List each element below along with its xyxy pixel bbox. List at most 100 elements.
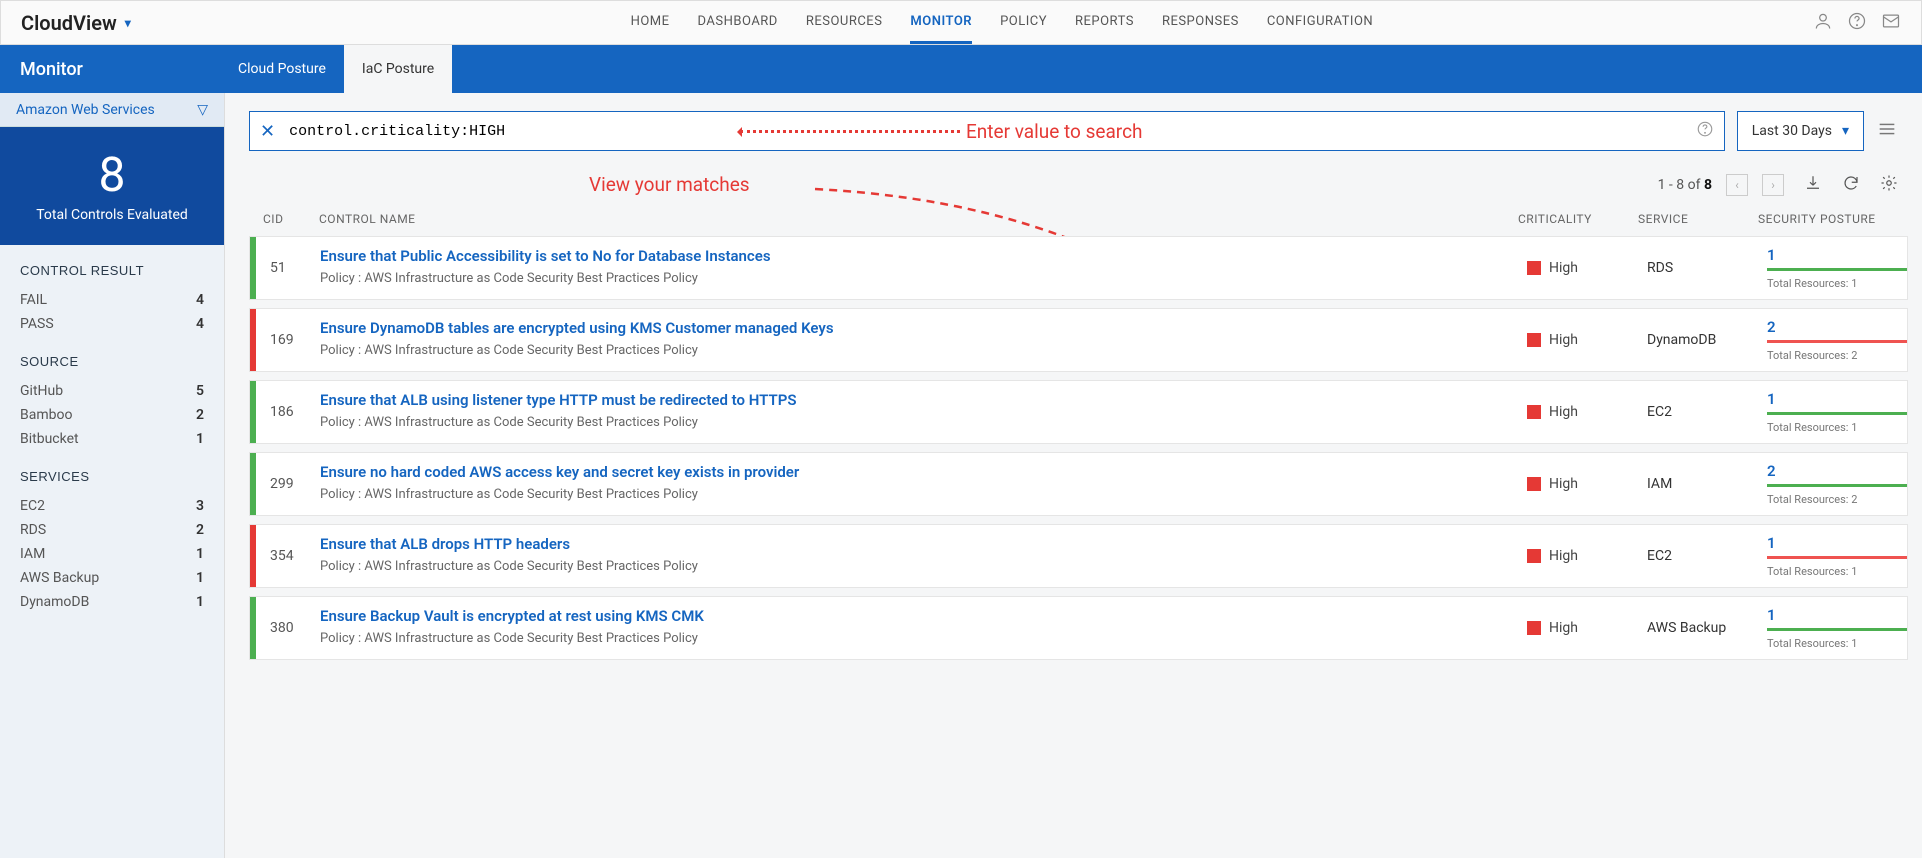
panel-toggle-icon[interactable] — [1876, 118, 1898, 144]
clear-search-icon[interactable]: ✕ — [260, 121, 275, 142]
nav-dashboard[interactable]: DASHBOARD — [698, 2, 778, 44]
table-row[interactable]: 354Ensure that ALB drops HTTP headersPol… — [249, 524, 1908, 588]
cell-posture: 2Total Resources: 2 — [1767, 309, 1907, 371]
policy-label: Policy : AWS Infrastructure as Code Secu… — [320, 631, 1517, 646]
facet-item[interactable]: AWS Backup1 — [20, 566, 204, 590]
nav-configuration[interactable]: CONFIGURATION — [1267, 2, 1373, 44]
facet-item[interactable]: PASS4 — [20, 312, 204, 336]
cell-criticality: High — [1527, 381, 1647, 443]
help-icon[interactable] — [1847, 11, 1867, 35]
metric-label: Total Controls Evaluated — [0, 207, 224, 223]
cloud-selector[interactable]: Amazon Web Services ▽ — [0, 93, 224, 127]
annotation-matches: View your matches — [589, 173, 750, 196]
cell-service: DynamoDB — [1647, 309, 1767, 371]
cell-service: EC2 — [1647, 381, 1767, 443]
tab-iac-posture[interactable]: IaC Posture — [344, 45, 452, 93]
chevron-down-icon: ▾ — [1842, 123, 1849, 139]
refresh-icon[interactable] — [1842, 174, 1860, 196]
facet-group-source: SOURCE — [20, 354, 204, 369]
posture-total: Total Resources: 1 — [1767, 421, 1907, 434]
nav-responses[interactable]: RESPONSES — [1162, 2, 1239, 44]
results-list: 51Ensure that Public Accessibility is se… — [225, 236, 1916, 858]
criticality-indicator-icon — [1527, 405, 1541, 419]
control-link[interactable]: Ensure no hard coded AWS access key and … — [320, 463, 799, 481]
criticality-indicator-icon — [1527, 477, 1541, 491]
table-row[interactable]: 380Ensure Backup Vault is encrypted at r… — [249, 596, 1908, 660]
col-cid: CID — [249, 212, 319, 226]
nav-policy[interactable]: POLICY — [1000, 2, 1047, 44]
cell-criticality: High — [1527, 309, 1647, 371]
cell-name: Ensure Backup Vault is encrypted at rest… — [320, 597, 1527, 659]
table-row[interactable]: 186Ensure that ALB using listener type H… — [249, 380, 1908, 444]
date-range-selector[interactable]: Last 30 Days ▾ — [1737, 111, 1864, 151]
col-post: SECURITY POSTURE — [1758, 212, 1898, 226]
pager-text: 1 - 8 of 8 — [1658, 177, 1712, 193]
facet-item[interactable]: IAM1 — [20, 542, 204, 566]
cloud-selector-label: Amazon Web Services — [16, 102, 155, 118]
posture-bar — [1767, 268, 1907, 271]
nav-reports[interactable]: REPORTS — [1075, 2, 1134, 44]
search-help-icon[interactable] — [1696, 120, 1714, 142]
posture-total: Total Resources: 2 — [1767, 493, 1907, 506]
cell-name: Ensure that ALB drops HTTP headersPolicy… — [320, 525, 1527, 587]
cell-name: Ensure that ALB using listener type HTTP… — [320, 381, 1527, 443]
criticality-indicator-icon — [1527, 549, 1541, 563]
nav-monitor[interactable]: MONITOR — [910, 2, 972, 44]
control-link[interactable]: Ensure DynamoDB tables are encrypted usi… — [320, 319, 834, 337]
facet-item[interactable]: Bamboo2 — [20, 403, 204, 427]
cell-name: Ensure that Public Accessibility is set … — [320, 237, 1527, 299]
next-page-button[interactable]: › — [1762, 174, 1784, 196]
table-row[interactable]: 169Ensure DynamoDB tables are encrypted … — [249, 308, 1908, 372]
cell-cid: 51 — [256, 237, 320, 299]
posture-total: Total Resources: 1 — [1767, 637, 1907, 650]
nav-home[interactable]: HOME — [631, 2, 670, 44]
control-link[interactable]: Ensure that ALB using listener type HTTP… — [320, 391, 796, 409]
facet-item[interactable]: RDS2 — [20, 518, 204, 542]
posture-bar — [1767, 412, 1907, 415]
posture-count: 2 — [1767, 318, 1907, 336]
user-icon[interactable] — [1813, 11, 1833, 35]
posture-total: Total Resources: 1 — [1767, 565, 1907, 578]
cell-cid: 169 — [256, 309, 320, 371]
brand-dropdown[interactable]: CloudView ▾ — [21, 11, 131, 35]
cell-criticality: High — [1527, 237, 1647, 299]
posture-bar — [1767, 484, 1907, 487]
facet-item[interactable]: GitHub5 — [20, 379, 204, 403]
main-nav: HOME DASHBOARD RESOURCES MONITOR POLICY REPOR… — [191, 2, 1813, 44]
criticality-indicator-icon — [1527, 333, 1541, 347]
policy-label: Policy : AWS Infrastructure as Code Secu… — [320, 415, 1517, 430]
search-input[interactable] — [289, 123, 709, 140]
annotation-search: Enter value to search — [740, 120, 1142, 143]
col-name: CONTROL NAME — [319, 212, 1518, 226]
cell-service: AWS Backup — [1647, 597, 1767, 659]
col-svc: SERVICE — [1638, 212, 1758, 226]
facet-item[interactable]: Bitbucket1 — [20, 427, 204, 451]
download-icon[interactable] — [1804, 174, 1822, 196]
table-header: CID CONTROL NAME CRITICALITY SERVICE SEC… — [225, 204, 1922, 236]
control-link[interactable]: Ensure that ALB drops HTTP headers — [320, 535, 570, 553]
control-link[interactable]: Ensure Backup Vault is encrypted at rest… — [320, 607, 704, 625]
chevron-down-icon: ▾ — [125, 16, 131, 30]
facet-item[interactable]: DynamoDB1 — [20, 590, 204, 614]
prev-page-button[interactable]: ‹ — [1726, 174, 1748, 196]
facet-item[interactable]: FAIL4 — [20, 288, 204, 312]
cell-criticality: High — [1527, 597, 1647, 659]
control-link[interactable]: Ensure that Public Accessibility is set … — [320, 247, 771, 265]
mail-icon[interactable] — [1881, 11, 1901, 35]
tab-cloud-posture[interactable]: Cloud Posture — [220, 45, 344, 93]
facet-item[interactable]: EC23 — [20, 494, 204, 518]
facet-group-services: SERVICES — [20, 469, 204, 484]
settings-gear-icon[interactable] — [1880, 174, 1898, 196]
table-row[interactable]: 299Ensure no hard coded AWS access key a… — [249, 452, 1908, 516]
cell-criticality: High — [1527, 525, 1647, 587]
posture-count: 1 — [1767, 246, 1907, 264]
date-range-label: Last 30 Days — [1752, 123, 1832, 139]
cell-criticality: High — [1527, 453, 1647, 515]
facet-group-control-result: CONTROL RESULT — [20, 263, 204, 278]
cell-cid: 299 — [256, 453, 320, 515]
policy-label: Policy : AWS Infrastructure as Code Secu… — [320, 271, 1517, 286]
brand-label: CloudView — [21, 11, 117, 35]
posture-bar — [1767, 556, 1907, 559]
table-row[interactable]: 51Ensure that Public Accessibility is se… — [249, 236, 1908, 300]
nav-resources[interactable]: RESOURCES — [806, 2, 883, 44]
